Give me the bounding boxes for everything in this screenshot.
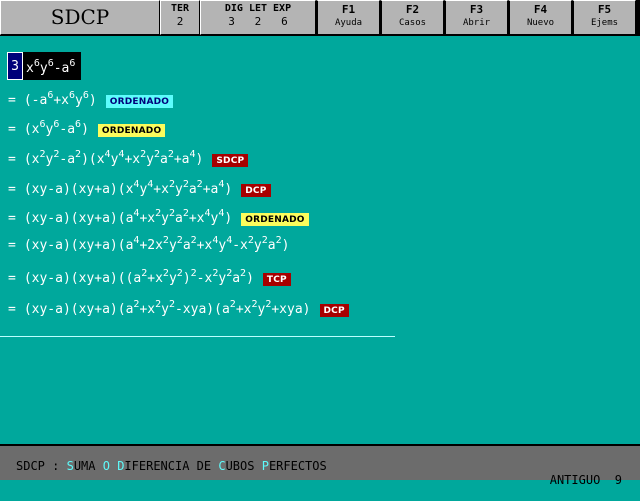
- f1-label: Ayuda: [334, 18, 363, 28]
- f5-examples-button[interactable]: F5 Ejems: [572, 0, 636, 35]
- step-7: = (xy-a)(xy+a)((a2+x2y2)2-x2y2a2) TCP: [8, 269, 291, 289]
- divider-line: [0, 336, 395, 337]
- app-title: SDCP: [50, 5, 110, 29]
- step-expression: (x6y6-a6): [23, 119, 89, 138]
- equals-sign: =: [8, 302, 16, 317]
- step-expression: (-a6+x6y6): [23, 90, 97, 109]
- step-5: = (xy-a)(xy+a)(a4+x2y2a2+x4y4) ORDENADO: [8, 209, 309, 229]
- step-expression: (xy-a)(xy+a)(a4+x2y2a2+x4y4): [23, 208, 233, 227]
- equals-sign: =: [8, 182, 16, 197]
- equals-sign: =: [8, 271, 16, 286]
- badge-ordenado: ORDENADO: [241, 212, 309, 226]
- f3-open-button[interactable]: F3 Abrir: [444, 0, 508, 35]
- f1-key: F1: [341, 3, 356, 16]
- step-4: = (xy-a)(xy+a)(x4y4+x2y2a2+a4) DCP: [8, 180, 271, 200]
- case-count: 9: [614, 473, 622, 487]
- expression-input[interactable]: x6y6-a6: [23, 52, 82, 80]
- f2-cases-button[interactable]: F2 Casos: [380, 0, 444, 35]
- step-expression: (xy-a)(xy+a)(a2+x2y2-xya)(a2+x2y2+xya): [23, 299, 311, 318]
- step-8: = (xy-a)(xy+a)(a2+x2y2-xya)(a2+x2y2+xya) D…: [8, 300, 349, 320]
- status-bar: SDCP : SUMA O DIFERENCIA DE CUBOS PERFEC…: [0, 444, 640, 487]
- equals-sign: =: [8, 211, 16, 226]
- status-legend: SDCP : SUMA O DIFERENCIA DE CUBOS PERFEC…: [16, 459, 327, 473]
- toolbar: SDCP TER 2 DIG LET EXP 3 2 6 F1 Ayuda F2…: [0, 0, 640, 36]
- expression-input-row[interactable]: 3 x6y6-a6: [7, 52, 82, 80]
- step-1: = (-a6+x6y6) ORDENADO: [8, 90, 174, 111]
- badge-dcp: DCP: [241, 183, 271, 197]
- equals-sign: =: [8, 238, 16, 253]
- ter-value: 2: [176, 15, 184, 28]
- mode-label: ANTIGUO: [549, 473, 601, 487]
- work-area: 3 x6y6-a6 = (-a6+x6y6) ORDENADO = (x6y6-a6)…: [0, 36, 640, 444]
- ter-panel: TER 2: [160, 0, 200, 35]
- step-3: = (x2y2-a2)(x4y4+x2y2a2+a4) SDCP: [8, 149, 249, 170]
- dig-let-exp-panel: DIG LET EXP 3 2 6: [200, 0, 316, 35]
- status-mode: ANTIGUO 9: [521, 459, 622, 501]
- step-expression: (xy-a)(xy+a)(x4y4+x2y2a2+a4): [23, 179, 233, 198]
- equals-sign: =: [8, 152, 16, 167]
- badge-tcp: TCP: [262, 272, 291, 286]
- f4-key: F4: [533, 3, 548, 16]
- ter-label: TER: [170, 3, 190, 14]
- f5-label: Ejems: [590, 18, 619, 28]
- badge-dcp: DCP: [319, 303, 349, 317]
- equals-sign: =: [8, 93, 16, 108]
- f2-key: F2: [405, 3, 420, 16]
- f2-label: Casos: [398, 18, 427, 28]
- f3-label: Abrir: [462, 18, 491, 28]
- step-expression: (x2y2-a2)(x4y4+x2y2a2+a4): [23, 149, 204, 168]
- f4-label: Nuevo: [526, 18, 555, 28]
- app-title-panel: SDCP: [0, 0, 160, 35]
- f3-key: F3: [469, 3, 484, 16]
- badge-ordenado: ORDENADO: [105, 94, 174, 108]
- dig-let-exp-values: 3 2 6: [228, 15, 288, 28]
- step-6: = (xy-a)(xy+a)(a4+2x2y2a2+x4y4-x2y2a2): [8, 236, 289, 256]
- exercise-number: 3: [7, 52, 23, 80]
- step-2: = (x6y6-a6) ORDENADO: [8, 119, 166, 140]
- f1-help-button[interactable]: F1 Ayuda: [316, 0, 380, 35]
- f4-new-button[interactable]: F4 Nuevo: [508, 0, 572, 35]
- step-expression: (xy-a)(xy+a)((a2+x2y2)2-x2y2a2): [23, 268, 254, 287]
- f5-key: F5: [597, 3, 612, 16]
- badge-ordenado: ORDENADO: [97, 123, 166, 137]
- equals-sign: =: [8, 122, 16, 137]
- step-expression: (xy-a)(xy+a)(a4+2x2y2a2+x4y4-x2y2a2): [23, 235, 290, 254]
- dig-let-exp-label: DIG LET EXP: [224, 3, 292, 14]
- badge-sdcp: SDCP: [212, 153, 249, 167]
